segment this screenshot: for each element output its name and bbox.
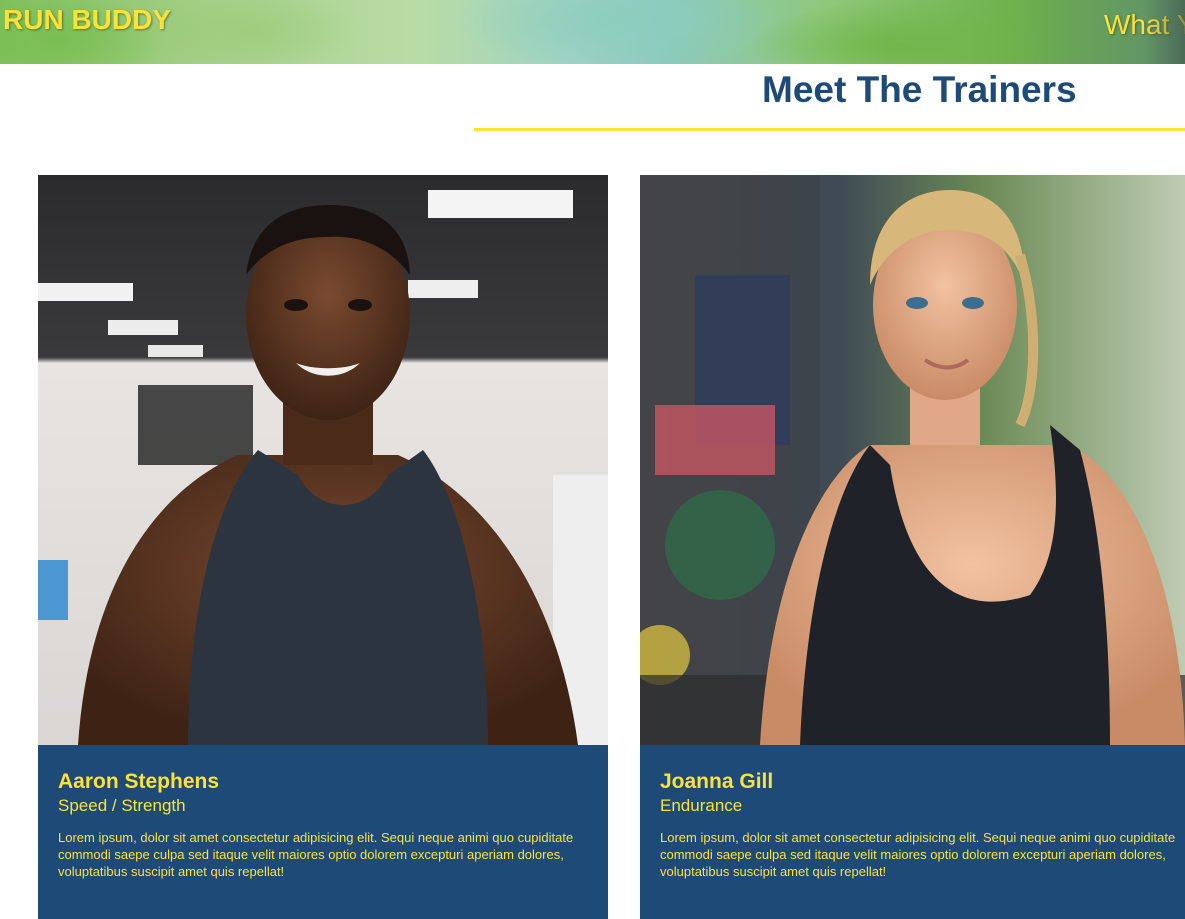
trainer-bio: Lorem ipsum, dolor sit amet consectetur … bbox=[660, 830, 1176, 879]
trainer-name: Aaron Stephens bbox=[58, 770, 220, 793]
trainer-name: Joanna Gill bbox=[660, 770, 774, 793]
site-logo[interactable]: RUN BUDDY bbox=[3, 4, 171, 36]
trainer-bio: Lorem ipsum, dolor sit amet consectetur … bbox=[58, 830, 574, 879]
trainer-role: Endurance bbox=[660, 796, 743, 815]
trainer-role: Speed / Strength bbox=[58, 796, 186, 815]
trainer-photo-joanna bbox=[640, 175, 1185, 745]
nav-link-what-you-do[interactable]: What You Do bbox=[1104, 8, 1185, 42]
trainer-card: Joanna Gill Endurance Lorem ipsum, dolor… bbox=[640, 175, 1185, 919]
trainer-photo bbox=[640, 175, 1185, 745]
site-header: RUN BUDDY What You Do bbox=[0, 0, 1185, 64]
trainer-photo bbox=[38, 175, 608, 745]
trainer-info: Aaron Stephens Speed / Strength Lorem ip… bbox=[38, 745, 608, 880]
trainer-info: Joanna Gill Endurance Lorem ipsum, dolor… bbox=[640, 745, 1185, 880]
section-title: Meet The Trainers bbox=[762, 69, 1077, 110]
trainer-card: Aaron Stephens Speed / Strength Lorem ip… bbox=[38, 175, 608, 919]
trainer-photo-aaron bbox=[38, 175, 608, 745]
title-divider bbox=[474, 128, 1185, 131]
